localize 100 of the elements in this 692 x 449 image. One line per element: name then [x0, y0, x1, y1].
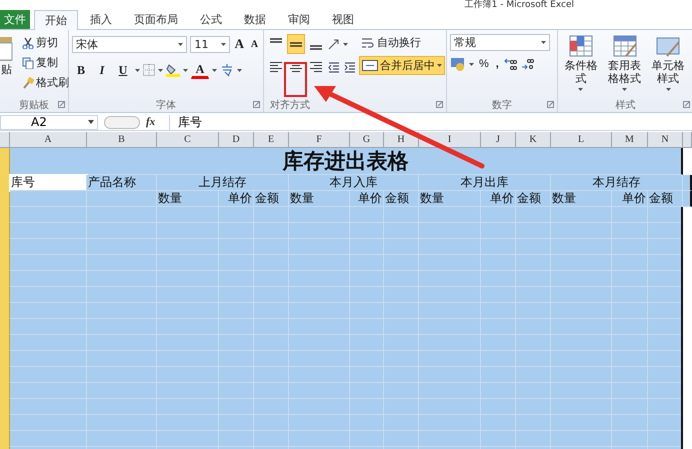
insert-function-button[interactable]: fx [146, 116, 156, 128]
column-header[interactable]: D [219, 132, 254, 148]
caret-icon [437, 64, 442, 67]
comma-button[interactable]: , [494, 57, 501, 71]
caret-icon [578, 88, 584, 91]
currency-icon[interactable] [450, 57, 466, 71]
font-color-button[interactable]: A [191, 61, 209, 79]
sheet-title: 库存进出表格 [10, 148, 683, 175]
column-header[interactable]: F [289, 132, 350, 148]
merge-center-button[interactable]: 合并后居中 [359, 56, 445, 75]
caret-icon [666, 88, 671, 91]
group-label: 字体 [156, 98, 176, 112]
shrink-font-button[interactable]: A [248, 34, 260, 54]
bottom-align-icon [310, 45, 322, 50]
dialog-launcher-icon[interactable] [436, 101, 443, 108]
format-table-button[interactable]: 套用表格格式 [602, 34, 646, 97]
highlight-frame [284, 62, 307, 97]
increase-indent-icon[interactable] [343, 60, 357, 74]
column-header[interactable]: E [254, 132, 289, 148]
dialog-launcher-icon[interactable] [547, 101, 554, 108]
header-cell: 本月入库 [289, 175, 419, 191]
group-label: 数字 [492, 98, 512, 112]
conditional-format-button[interactable]: 条件格式 [559, 34, 603, 97]
decrease-indent-icon[interactable] [327, 60, 341, 74]
column-header[interactable]: L [551, 132, 612, 148]
italic-button[interactable]: I [93, 60, 111, 80]
dialog-launcher-icon[interactable] [58, 101, 65, 108]
column-header[interactable]: G [350, 132, 384, 148]
caret-icon [158, 68, 163, 72]
phonetic-guide-icon[interactable] [220, 63, 234, 77]
header-cell: 数量 [551, 191, 612, 207]
bold-button[interactable]: B [72, 60, 90, 80]
column-header[interactable]: A [10, 132, 87, 148]
caret-icon [178, 42, 184, 46]
header-cell: 数量 [419, 191, 481, 207]
header-cell: 单价 [219, 191, 254, 207]
wrap-text-button[interactable]: 自动换行 [359, 34, 445, 51]
column-header[interactable]: K [516, 132, 551, 148]
percent-button[interactable]: % [477, 57, 491, 71]
format-painter-button[interactable]: 格式刷 [20, 74, 71, 91]
group-label: 对齐方式 [270, 98, 310, 112]
file-tab[interactable]: 文件 [0, 10, 30, 29]
column-header[interactable]: C [157, 132, 219, 148]
group-label: 剪贴板 [19, 98, 49, 112]
column-header[interactable]: B [87, 132, 157, 148]
borders-icon[interactable] [143, 64, 155, 76]
column-header-end [683, 132, 692, 148]
ribbon-tab[interactable]: 开始 [34, 10, 78, 30]
left-align-icon [270, 62, 282, 72]
copy-icon [22, 56, 34, 68]
header-cell: 数量 [157, 191, 219, 207]
header-cell: 金额 [516, 191, 551, 207]
caret-icon [622, 88, 627, 91]
header-cell: 金额 [384, 191, 419, 207]
window-title: 工作簿1 - Microsoft Excel [464, 0, 574, 10]
dialog-launcher-icon[interactable] [683, 101, 690, 108]
scissors-icon [22, 36, 34, 48]
formula-bar-toggle-icon[interactable] [104, 116, 140, 128]
middle-align-button[interactable] [287, 34, 305, 54]
font-name-field[interactable]: 宋体 [72, 36, 188, 52]
clipboard-icon [0, 34, 14, 62]
name-box[interactable]: A2 [0, 114, 98, 130]
conditional-format-icon [568, 34, 594, 58]
header-cell: 数量 [289, 191, 350, 207]
copy-button[interactable]: 复制 [20, 54, 71, 71]
ribbon-tab[interactable]: 页面布局 [124, 10, 188, 29]
header-cell: 本月出库 [419, 175, 551, 191]
increase-decimal-icon[interactable] [504, 57, 518, 71]
font-size-field[interactable]: 11 [190, 36, 230, 52]
header-cell: 上月结存 [157, 175, 289, 191]
grow-font-button[interactable]: A [232, 34, 246, 54]
column-header[interactable]: M [612, 132, 648, 148]
column-header[interactable]: J [481, 132, 516, 148]
underline-button[interactable]: U [114, 60, 132, 80]
ribbon-tab[interactable]: 公式 [190, 10, 232, 29]
caret-icon [183, 68, 188, 72]
decrease-decimal-icon[interactable] [520, 57, 535, 71]
group-label: 样式 [616, 98, 636, 112]
brush-icon [22, 76, 34, 88]
formula-input[interactable]: 库号 [169, 114, 692, 130]
center-align-icon [290, 62, 302, 72]
cut-button[interactable]: 剪切 [20, 34, 71, 51]
ribbon-tab[interactable]: 数据 [234, 10, 276, 29]
ribbon-tab[interactable]: 审阅 [278, 10, 320, 29]
ribbon-tab[interactable]: 插入 [80, 10, 122, 29]
ribbon-tab[interactable]: 视图 [322, 10, 364, 29]
caret-icon [237, 68, 242, 72]
column-header[interactable]: H [384, 132, 419, 148]
dialog-launcher-icon[interactable] [253, 101, 260, 108]
text-orientation-icon[interactable] [327, 37, 341, 51]
fill-bucket-icon[interactable] [166, 63, 180, 77]
number-format-field[interactable]: 常规 [450, 34, 550, 51]
merge-cells-icon [362, 60, 378, 71]
right-align-icon [310, 62, 322, 72]
caret-icon [469, 62, 474, 66]
column-header[interactable]: N [648, 132, 683, 148]
middle-align-icon [290, 42, 302, 46]
header-cell: 金额 [648, 191, 683, 207]
cell-styles-button[interactable]: 单元格样式 [646, 34, 690, 97]
paste-button[interactable]: 贴 [0, 34, 16, 97]
